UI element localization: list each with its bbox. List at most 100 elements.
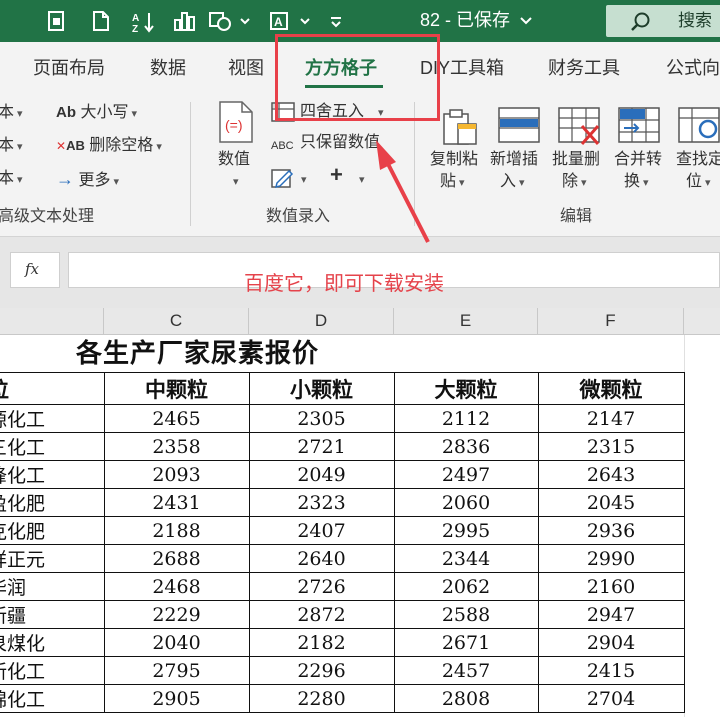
quick-access-icon[interactable]	[42, 6, 72, 36]
price-cell-medium[interactable]: 2229	[103, 600, 250, 629]
find-locate-button-line2[interactable]: 位 ▾	[686, 171, 711, 194]
header-cell[interactable]: 小颗粒	[248, 372, 395, 405]
price-cell-large[interactable]: 2062	[393, 572, 539, 601]
tab-formula[interactable]: 公式向	[666, 56, 720, 80]
price-cell-medium[interactable]: 2795	[103, 656, 250, 685]
document-title[interactable]: 82 - 已保存	[420, 7, 533, 33]
merge-convert-button-line2[interactable]: 换 ▾	[624, 171, 649, 194]
tab-page-layout[interactable]: 页面布局	[33, 56, 105, 80]
price-cell-medium[interactable]: 2358	[103, 432, 250, 461]
header-cell[interactable]: 位	[0, 372, 105, 405]
price-cell-small[interactable]: 2872	[248, 600, 395, 629]
edit-cells-icon[interactable]	[271, 167, 295, 194]
price-cell-micro[interactable]: 2415	[537, 656, 685, 685]
column-header-d[interactable]: D	[249, 308, 394, 334]
price-cell-micro[interactable]: 2904	[537, 628, 685, 657]
tab-data[interactable]: 数据	[150, 56, 186, 80]
text-option-1[interactable]: 本 ▾	[0, 102, 23, 125]
insert-button-line2[interactable]: 入 ▾	[500, 171, 525, 194]
price-cell-micro[interactable]: 2315	[537, 432, 685, 461]
price-cell-large[interactable]: 2671	[393, 628, 539, 657]
price-cell-large[interactable]: 2060	[393, 488, 539, 517]
column-header-b[interactable]	[0, 308, 104, 334]
price-cell-large[interactable]: 2588	[393, 600, 539, 629]
company-cell[interactable]: 三化工	[0, 432, 105, 461]
text-box-icon[interactable]: A	[266, 6, 314, 36]
company-cell[interactable]: 锋化工	[0, 460, 105, 489]
column-header-e[interactable]: E	[394, 308, 538, 334]
price-cell-small[interactable]: 2323	[248, 488, 395, 517]
column-header-c[interactable]: C	[104, 308, 249, 334]
price-cell-large[interactable]: 2344	[393, 544, 539, 573]
price-cell-micro[interactable]: 2990	[537, 544, 685, 573]
copy-paste-button[interactable]: 复制粘	[430, 149, 478, 171]
price-cell-small[interactable]: 2721	[248, 432, 395, 461]
price-cell-large[interactable]: 2995	[393, 516, 539, 545]
price-cell-small[interactable]: 2407	[248, 516, 395, 545]
company-cell[interactable]: 新疆	[0, 600, 105, 629]
price-cell-medium[interactable]: 2688	[103, 544, 250, 573]
find-locate-button[interactable]: 查找定	[676, 149, 720, 171]
price-cell-micro[interactable]: 2947	[537, 600, 685, 629]
insert-button[interactable]: 新增插	[490, 149, 538, 171]
header-cell[interactable]: 中颗粒	[103, 372, 250, 405]
text-option-3[interactable]: 本 ▾	[0, 168, 23, 191]
price-cell-medium[interactable]: 2431	[103, 488, 250, 517]
price-cell-micro[interactable]: 2160	[537, 572, 685, 601]
price-cell-small[interactable]: 2726	[248, 572, 395, 601]
search-box[interactable]: 搜索	[606, 5, 720, 37]
price-cell-small[interactable]: 2182	[248, 628, 395, 657]
price-cell-micro[interactable]: 2704	[537, 684, 685, 713]
price-cell-medium[interactable]: 2040	[103, 628, 250, 657]
price-cell-small[interactable]: 2305	[248, 404, 395, 433]
worksheet[interactable]: 各生产厂家尿素报价 位 中颗粒 小颗粒 大颗粒 微颗粒 源化工246523052…	[0, 335, 720, 717]
more-button[interactable]: → 更多 ▾	[56, 168, 119, 193]
batch-delete-button-line2[interactable]: 除 ▾	[562, 171, 587, 194]
case-button[interactable]: Ab 大小写 ▾	[56, 102, 137, 125]
company-cell[interactable]: 源化工	[0, 404, 105, 433]
company-cell[interactable]: 泉煤化	[0, 628, 105, 657]
keep-values-button[interactable]: 只保留数值	[300, 132, 380, 154]
price-cell-micro[interactable]: 2936	[537, 516, 685, 545]
new-document-icon[interactable]	[86, 6, 116, 36]
copy-paste-button-line2[interactable]: 贴 ▾	[440, 171, 465, 194]
value-button[interactable]: 数值	[218, 149, 250, 171]
chevron-down-icon[interactable]: ▾	[298, 168, 307, 191]
customize-toolbar-icon[interactable]	[326, 6, 346, 36]
price-cell-small[interactable]: 2640	[248, 544, 395, 573]
chevron-down-icon[interactable]: ▾	[230, 170, 239, 193]
merge-convert-button[interactable]: 合并转	[614, 149, 662, 171]
batch-delete-button[interactable]: 批量删	[552, 149, 600, 171]
price-cell-medium[interactable]: 2905	[103, 684, 250, 713]
price-cell-small[interactable]: 2280	[248, 684, 395, 713]
chart-icon[interactable]	[170, 6, 200, 36]
tab-view[interactable]: 视图	[228, 56, 264, 80]
trim-spaces-button[interactable]: ✕AB 删除空格 ▾	[56, 135, 162, 158]
price-cell-large[interactable]: 2457	[393, 656, 539, 685]
sort-az-icon[interactable]: AZ	[128, 6, 160, 36]
price-cell-large[interactable]: 2112	[393, 404, 539, 433]
tab-finance-tools[interactable]: 财务工具	[548, 56, 620, 80]
price-cell-micro[interactable]: 2643	[537, 460, 685, 489]
price-cell-micro[interactable]: 2147	[537, 404, 685, 433]
insert-function-button[interactable]: fx	[10, 252, 60, 288]
company-cell[interactable]: 盈化肥	[0, 488, 105, 517]
company-cell[interactable]: 新化工	[0, 656, 105, 685]
company-cell[interactable]: 克化肥	[0, 516, 105, 545]
price-cell-micro[interactable]: 2045	[537, 488, 685, 517]
price-cell-medium[interactable]: 2188	[103, 516, 250, 545]
column-header-f[interactable]: F	[538, 308, 684, 334]
price-cell-large[interactable]: 2497	[393, 460, 539, 489]
text-option-2[interactable]: 本 ▾	[0, 135, 23, 158]
shapes-icon[interactable]	[206, 6, 254, 36]
company-cell[interactable]: 华润	[0, 572, 105, 601]
price-cell-medium[interactable]: 2468	[103, 572, 250, 601]
header-cell[interactable]: 大颗粒	[393, 372, 539, 405]
chevron-down-icon[interactable]: ▾	[356, 168, 365, 191]
company-cell[interactable]: 锦化工	[0, 684, 105, 713]
price-cell-large[interactable]: 2808	[393, 684, 539, 713]
company-cell[interactable]: 祥正元	[0, 544, 105, 573]
price-cell-small[interactable]: 2049	[248, 460, 395, 489]
price-cell-medium[interactable]: 2465	[103, 404, 250, 433]
price-cell-large[interactable]: 2836	[393, 432, 539, 461]
